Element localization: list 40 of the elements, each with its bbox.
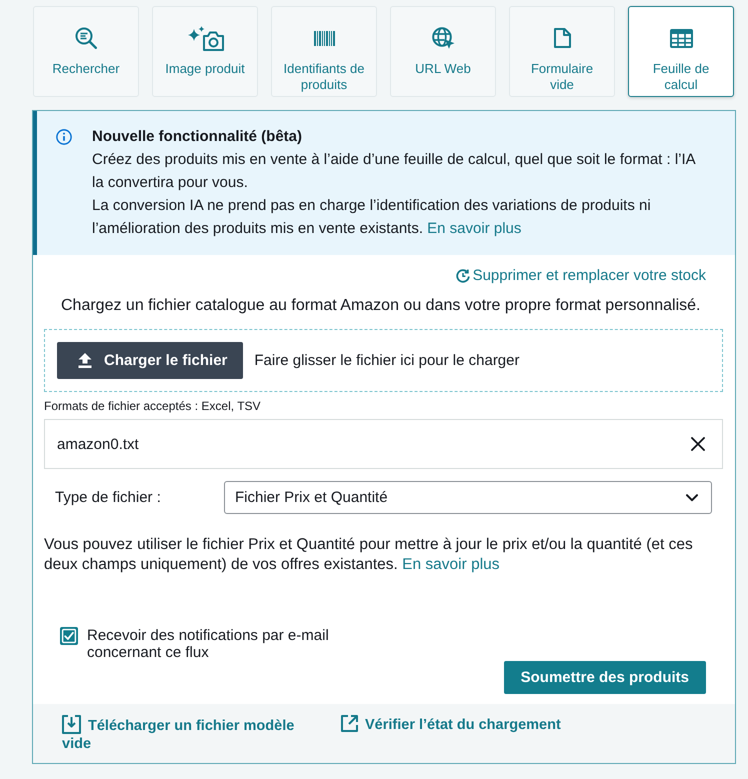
upload-icon bbox=[78, 353, 92, 368]
help-text: Vous pouvez utiliser le fichier Prix et Quantité pour mettre à jour le prix et/ou la quantité (et ces deux champs uniquement) de vos offres existantes. En savoir plus bbox=[44, 535, 694, 575]
refresh-icon bbox=[456, 269, 470, 283]
notice-text: La conversion IA ne prend pas en charge l’identification des variations de produits ni l’amélioration des produits mis en vente existants. En savoir plus bbox=[92, 196, 652, 239]
info-icon bbox=[56, 128, 72, 144]
template-download-link[interactable]: Télécharger un fichier modèle vide bbox=[62, 715, 317, 753]
search-icon bbox=[75, 27, 97, 49]
tab[interactable]: Rechercher bbox=[33, 6, 139, 97]
document-icon bbox=[554, 28, 570, 48]
drop-hint: Faire glisser le fichier ici pour le charger bbox=[254, 352, 520, 369]
download-icon bbox=[62, 715, 81, 734]
tab[interactable]: Formulaire vide bbox=[509, 6, 615, 97]
camera-sparkle-icon bbox=[186, 26, 224, 50]
notice-title: Nouvelle fonctionnalité (bêta) bbox=[92, 127, 304, 147]
intro-text: Chargez un fichier catalogue au format Amazon ou dans votre propre format personnalisé. bbox=[61, 296, 702, 316]
file-name: amazon0.txt bbox=[57, 436, 139, 452]
notice-text: Créez des produits mis en vente à l’aide d’une feuille de calcul, quel que soit le format : l’IA la convertira pour vous. bbox=[92, 150, 696, 193]
chevron-down-icon bbox=[686, 494, 698, 502]
learn-more-link[interactable]: En savoir plus bbox=[427, 220, 522, 237]
close-icon[interactable] bbox=[691, 437, 705, 451]
checkbox-label: Recevoir des notifications par e-mail concernant ce flux bbox=[87, 627, 330, 661]
submit-button[interactable]: Soumettre des produits bbox=[504, 661, 706, 694]
upload-status-link[interactable]: Vérifier l’état du chargement bbox=[341, 715, 561, 734]
barcode-icon bbox=[314, 30, 334, 46]
spreadsheet-icon bbox=[670, 28, 692, 48]
globe-cursor-icon bbox=[432, 27, 454, 49]
tab[interactable]: Image produit bbox=[152, 6, 258, 97]
formats-note: Formats de fichier acceptés : Excel, TSV bbox=[44, 398, 262, 414]
tab[interactable]: Identifiants de produits bbox=[271, 6, 377, 97]
tab[interactable]: Feuille de calcul bbox=[628, 6, 734, 97]
upload-button[interactable]: Charger le fichier bbox=[57, 342, 244, 379]
file-field[interactable]: amazon0.txt bbox=[44, 419, 723, 469]
tab[interactable]: URL Web bbox=[390, 6, 496, 97]
drop-zone[interactable]: Charger le fichier Faire glisser le fichier ici pour le charger bbox=[44, 329, 723, 392]
file-type-label: Type de fichier : bbox=[55, 489, 162, 506]
file-type-select[interactable]: Fichier Prix et Quantité bbox=[224, 481, 712, 514]
replace-stock-link[interactable]: Supprimer et remplacer votre stock bbox=[456, 266, 706, 286]
checkbox[interactable] bbox=[60, 627, 78, 645]
external-link-icon bbox=[341, 715, 358, 732]
learn-more-link[interactable]: En savoir plus bbox=[402, 556, 500, 573]
